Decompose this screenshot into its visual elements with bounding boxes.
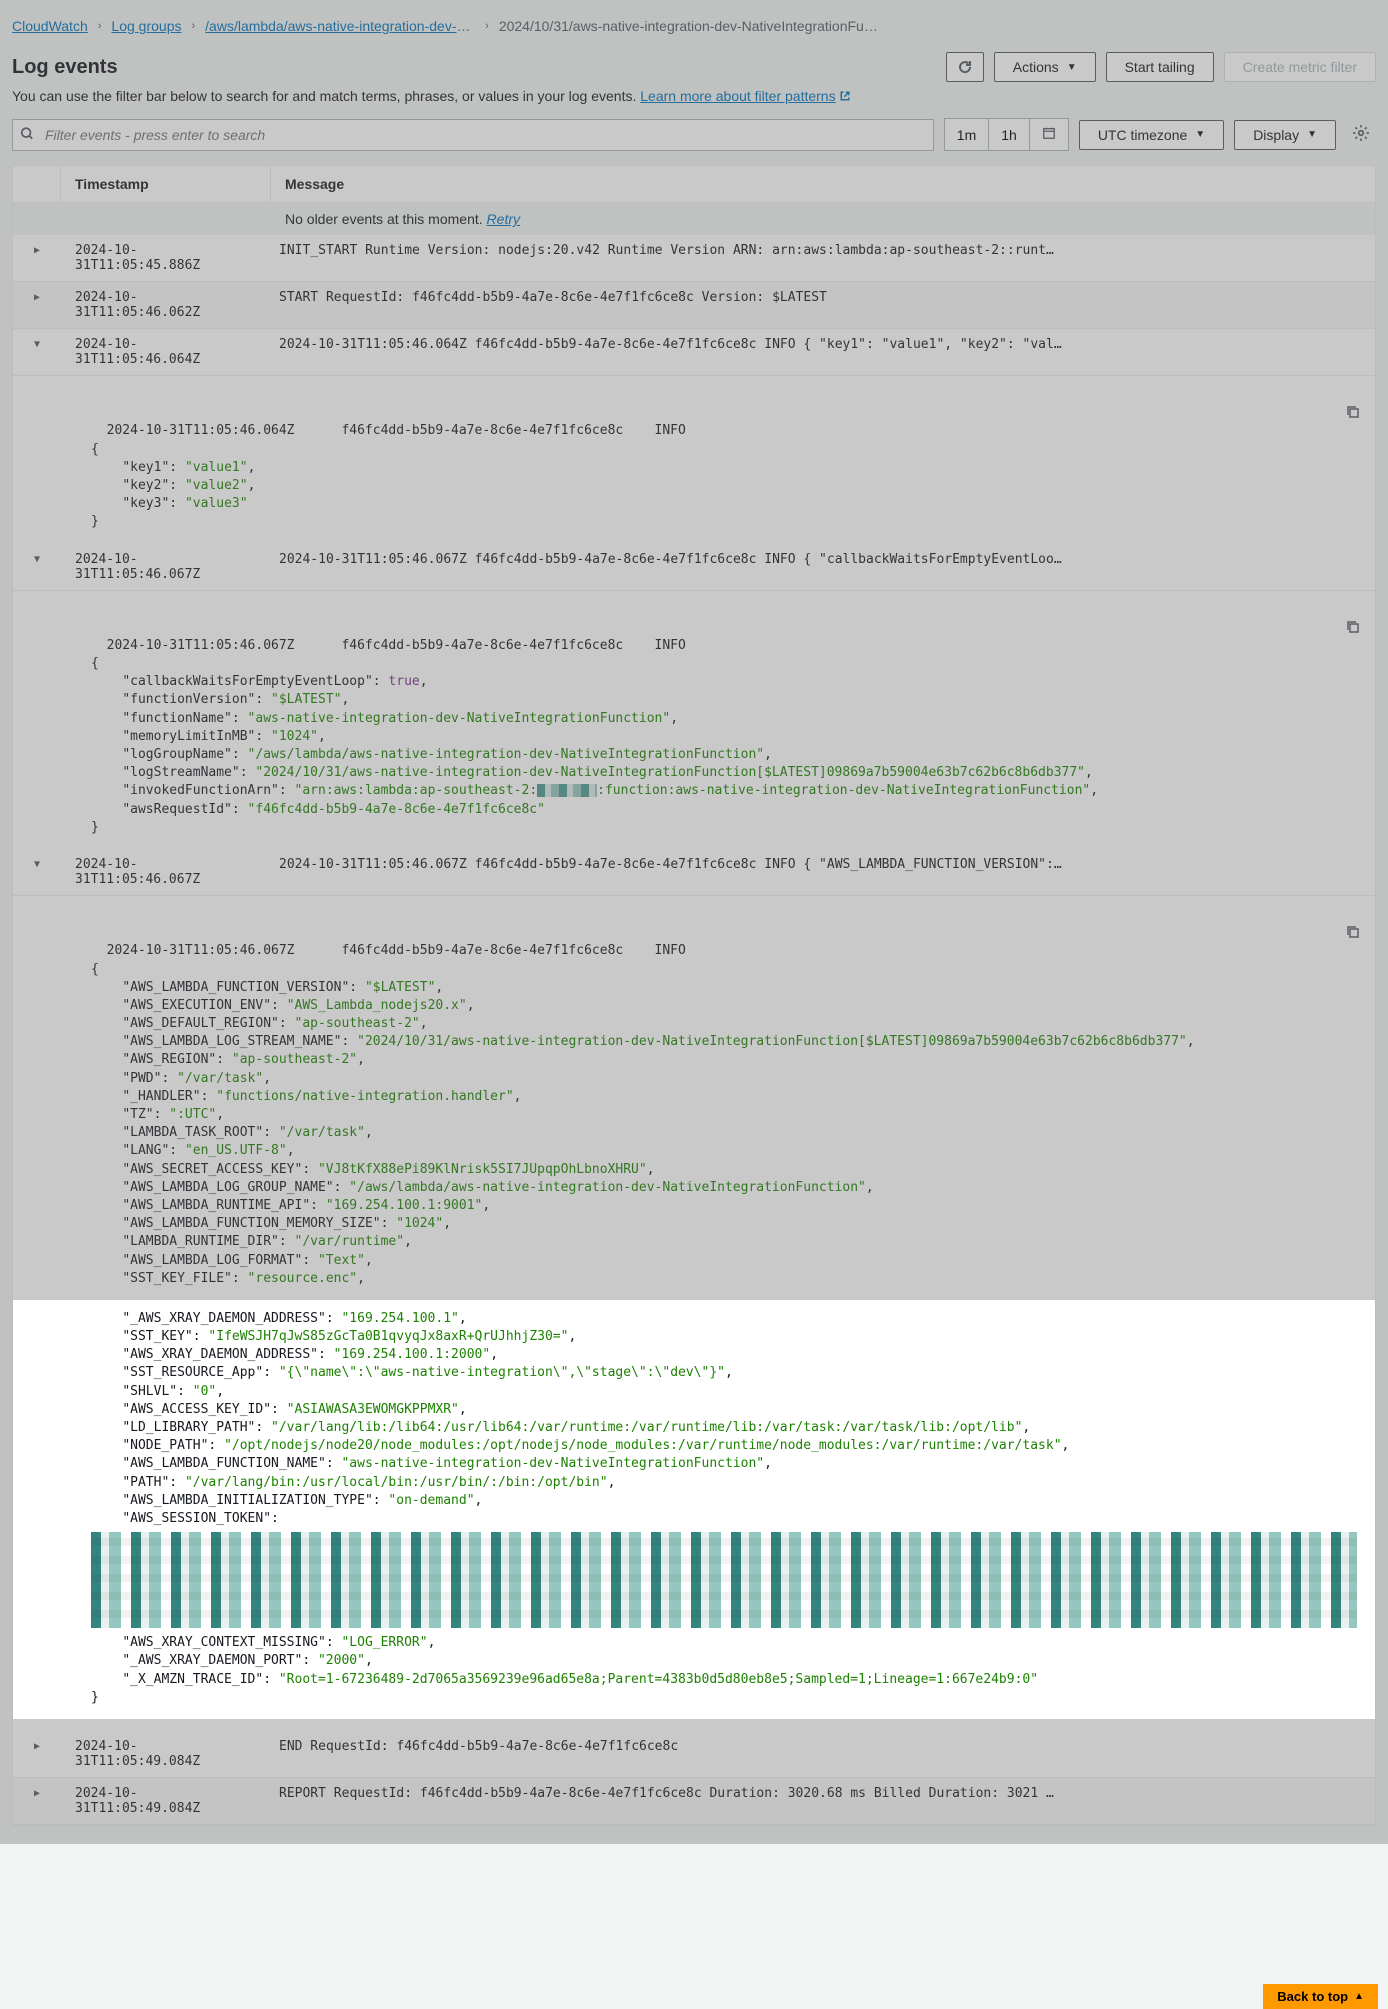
range-1h-button[interactable]: 1h	[989, 119, 1030, 150]
log-message: REPORT RequestId: f46fc4dd-b5b9-4a7e-8c6…	[271, 1778, 1375, 1824]
caret-down-icon: ▼	[34, 339, 40, 350]
log-message: START RequestId: f46fc4dd-b5b9-4a7e-8c6e…	[271, 282, 1375, 328]
log-detail	[13, 1719, 1375, 1731]
search-icon	[20, 126, 34, 143]
no-older-events: No older events at this moment. Retry	[13, 203, 1375, 235]
start-tailing-button[interactable]: Start tailing	[1106, 52, 1214, 82]
log-detail: 2024-10-31T11:05:46.064Z f46fc4dd-b5b9-4…	[13, 376, 1375, 544]
chevron-right-icon: ›	[191, 20, 195, 32]
log-message: 2024-10-31T11:05:46.064Z f46fc4dd-b5b9-4…	[271, 329, 1375, 375]
log-timestamp: 2024-10-31T11:05:49.084Z	[61, 1778, 271, 1824]
log-row: ▶ 2024-10-31T11:05:45.886Z INIT_START Ru…	[13, 235, 1375, 282]
copy-icon[interactable]	[1298, 906, 1361, 965]
log-timestamp: 2024-10-31T11:05:46.062Z	[61, 282, 271, 328]
calendar-icon	[1042, 126, 1056, 140]
external-link-icon	[839, 89, 851, 101]
learn-more-link[interactable]: Learn more about filter patterns	[640, 88, 850, 104]
log-row: ▶ 2024-10-31T11:05:46.062Z START Request…	[13, 282, 1375, 329]
log-detail: 2024-10-31T11:05:46.067Z f46fc4dd-b5b9-4…	[13, 896, 1375, 1300]
settings-button[interactable]	[1346, 118, 1376, 151]
copy-icon[interactable]	[1298, 386, 1361, 445]
expand-toggle[interactable]: ▼	[13, 329, 61, 375]
display-dropdown[interactable]: Display▼	[1234, 120, 1336, 150]
caret-down-icon: ▼	[1307, 129, 1317, 140]
caret-down-icon: ▼	[1067, 62, 1077, 73]
breadcrumb-log-groups[interactable]: Log groups	[111, 18, 181, 34]
log-row: ▶ 2024-10-31T11:05:49.084Z END RequestId…	[13, 1731, 1375, 1778]
retry-link[interactable]: Retry	[487, 211, 520, 227]
log-timestamp: 2024-10-31T11:05:46.067Z	[61, 544, 271, 590]
caret-down-icon: ▼	[1195, 129, 1205, 140]
caret-right-icon: ▶	[34, 292, 40, 303]
breadcrumb-cloudwatch[interactable]: CloudWatch	[12, 18, 88, 34]
breadcrumb: CloudWatch › Log groups › /aws/lambda/aw…	[12, 18, 1376, 34]
log-message: 2024-10-31T11:05:46.067Z f46fc4dd-b5b9-4…	[271, 544, 1375, 590]
log-detail-highlighted: "_AWS_XRAY_DAEMON_ADDRESS": "169.254.100…	[13, 1300, 1375, 1719]
col-timestamp[interactable]: Timestamp	[61, 166, 271, 202]
actions-button[interactable]: Actions▼	[994, 52, 1096, 82]
log-row: ▼ 2024-10-31T11:05:46.067Z 2024-10-31T11…	[13, 849, 1375, 896]
gear-icon	[1352, 124, 1370, 142]
col-message[interactable]: Message	[271, 166, 1375, 202]
expand-toggle[interactable]: ▶	[13, 282, 61, 328]
expand-toggle[interactable]: ▼	[13, 544, 61, 590]
breadcrumb-current: 2024/10/31/aws-native-integration-dev-Na…	[499, 18, 879, 34]
copy-icon[interactable]	[1298, 601, 1361, 660]
log-timestamp: 2024-10-31T11:05:49.084Z	[61, 1731, 271, 1777]
caret-right-icon: ▶	[34, 245, 40, 256]
log-timestamp: 2024-10-31T11:05:46.067Z	[61, 849, 271, 895]
log-timestamp: 2024-10-31T11:05:46.064Z	[61, 329, 271, 375]
range-1m-button[interactable]: 1m	[945, 119, 989, 150]
subtext: You can use the filter bar below to sear…	[12, 88, 1376, 104]
back-to-top-button[interactable]: Back to top ▲	[1263, 1984, 1378, 2009]
expand-toggle[interactable]: ▼	[13, 849, 61, 895]
breadcrumb-log-group[interactable]: /aws/lambda/aws-native-integration-dev-N…	[205, 18, 475, 34]
caret-down-icon: ▼	[34, 554, 40, 565]
caret-down-icon: ▼	[34, 859, 40, 870]
log-timestamp: 2024-10-31T11:05:45.886Z	[61, 235, 271, 281]
caret-right-icon: ▶	[34, 1741, 40, 1752]
log-row: ▼ 2024-10-31T11:05:46.064Z 2024-10-31T11…	[13, 329, 1375, 376]
filter-events-input[interactable]	[12, 119, 934, 151]
expand-toggle[interactable]: ▶	[13, 1731, 61, 1777]
log-detail: 2024-10-31T11:05:46.067Z f46fc4dd-b5b9-4…	[13, 591, 1375, 849]
chevron-up-icon: ▲	[1354, 1991, 1364, 2002]
page-title: Log events	[12, 56, 118, 79]
refresh-button[interactable]	[946, 52, 984, 82]
time-range-group: 1m 1h	[944, 118, 1069, 151]
chevron-right-icon: ›	[98, 20, 102, 32]
caret-right-icon: ▶	[34, 1788, 40, 1799]
range-custom-button[interactable]	[1030, 119, 1068, 150]
log-events-table: Timestamp Message No older events at thi…	[12, 165, 1376, 1826]
log-message: END RequestId: f46fc4dd-b5b9-4a7e-8c6e-4…	[271, 1731, 1375, 1777]
log-message: INIT_START Runtime Version: nodejs:20.v4…	[271, 235, 1375, 281]
timezone-dropdown[interactable]: UTC timezone▼	[1079, 120, 1224, 150]
log-row: ▼ 2024-10-31T11:05:46.067Z 2024-10-31T11…	[13, 544, 1375, 591]
expand-toggle[interactable]: ▶	[13, 235, 61, 281]
refresh-icon	[957, 59, 973, 75]
create-metric-filter-button: Create metric filter	[1224, 52, 1376, 82]
log-message: 2024-10-31T11:05:46.067Z f46fc4dd-b5b9-4…	[271, 849, 1375, 895]
chevron-right-icon: ›	[485, 20, 489, 32]
expand-toggle[interactable]: ▶	[13, 1778, 61, 1824]
redacted-token	[91, 1532, 1357, 1628]
log-row: ▶ 2024-10-31T11:05:49.084Z REPORT Reques…	[13, 1778, 1375, 1825]
